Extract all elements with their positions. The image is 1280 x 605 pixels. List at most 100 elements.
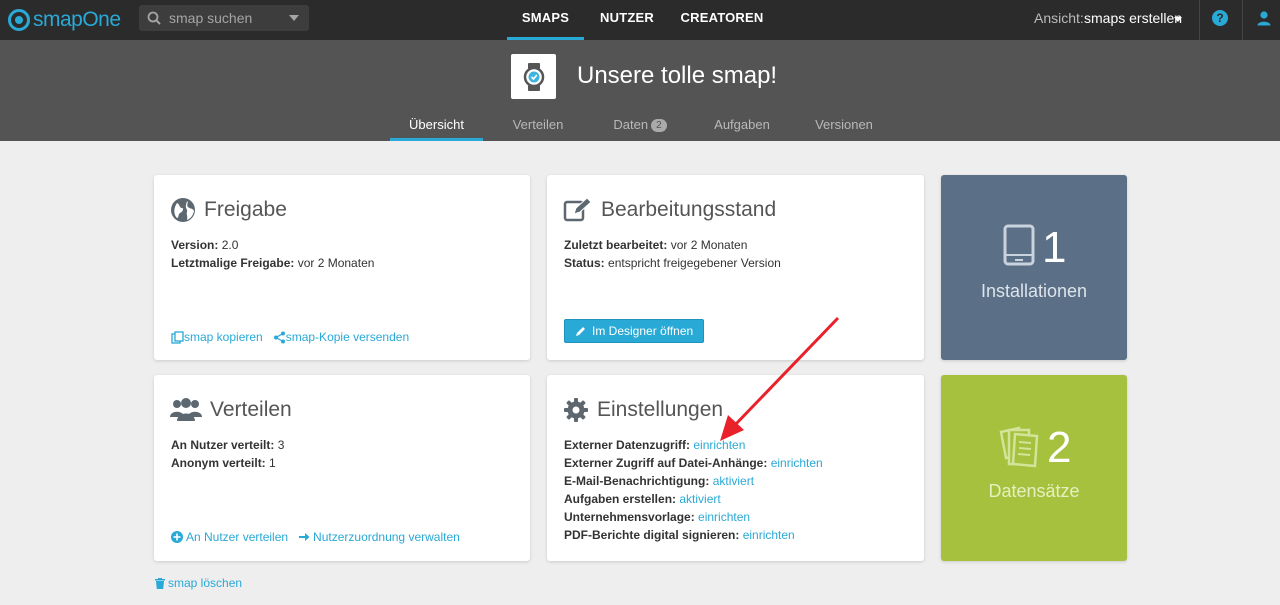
settings-row-tasks: Aufgaben erstellen: aktiviert xyxy=(564,492,721,506)
help-icon[interactable]: ? xyxy=(1212,10,1228,26)
divider xyxy=(1242,0,1243,40)
last-edited-key: Zuletzt bearbeitet: xyxy=(564,238,668,252)
smap-copy-label: smap kopieren xyxy=(184,330,263,344)
verteilen-actions: An Nutzer verteilen Nutzerzuordnung verw… xyxy=(171,530,460,544)
annotation-arrow xyxy=(720,316,840,441)
user-icon[interactable] xyxy=(1256,10,1272,26)
version-row: Version: 2.0 xyxy=(171,238,238,252)
arrow-right-icon xyxy=(299,533,310,541)
distribute-to-users-label: An Nutzer verteilen xyxy=(186,530,289,544)
plus-circle-icon xyxy=(171,531,183,543)
verteilen-card: Verteilen An Nutzer verteilt: 3 Anonym v… xyxy=(154,375,530,561)
settings-row-email: E-Mail-Benachrichtigung: aktiviert xyxy=(564,474,754,488)
datensaetze-tile[interactable]: 2 Datensätze xyxy=(941,375,1127,561)
view-selector[interactable]: smaps erstellen xyxy=(1084,10,1182,26)
settings-key: Unternehmensvorlage: xyxy=(564,510,695,524)
delete-smap-label: smap löschen xyxy=(168,576,243,590)
setup-file-attachments-link[interactable]: einrichten xyxy=(771,456,823,470)
status-value: entspricht freigegebener Version xyxy=(608,256,781,270)
users-icon xyxy=(170,398,202,421)
share-icon xyxy=(273,331,285,343)
documents-icon xyxy=(999,426,1039,468)
company-template-link[interactable]: einrichten xyxy=(698,510,750,524)
top-navbar: smapOne smap suchen SMAPS NUTZER CREATOR… xyxy=(0,0,1280,40)
search-icon xyxy=(147,11,161,25)
pdf-sign-link[interactable]: einrichten xyxy=(743,528,795,542)
settings-key: E-Mail-Benachrichtigung: xyxy=(564,474,710,488)
email-notification-link[interactable]: aktiviert xyxy=(713,474,754,488)
user-distribution-value: 3 xyxy=(277,438,285,452)
open-designer-label: Im Designer öffnen xyxy=(592,324,694,338)
smap-title: Unsere tolle smap! xyxy=(577,62,778,89)
search-placeholder: smap suchen xyxy=(169,10,253,26)
settings-key: Externer Datenzugriff: xyxy=(564,438,691,452)
tab-verteilen[interactable]: Verteilen xyxy=(503,117,573,141)
manage-user-assignment-label: Nutzerzuordnung verwalten xyxy=(313,530,460,544)
pencil-icon xyxy=(576,326,585,336)
anonymous-distribution-key: Anonym verteilt: xyxy=(171,456,266,470)
divider xyxy=(1199,0,1200,40)
anonymous-distribution-row: Anonym verteilt: 1 xyxy=(171,456,276,470)
settings-key: PDF-Berichte digital signieren: xyxy=(564,528,740,542)
installationen-tile[interactable]: 1 Installationen xyxy=(941,175,1127,360)
edit-icon xyxy=(563,197,592,222)
distribute-to-users-link[interactable]: An Nutzer verteilen xyxy=(171,530,288,544)
delete-smap-link[interactable]: smap löschen xyxy=(155,576,242,590)
nav-creatoren[interactable]: CREATOREN xyxy=(680,0,764,40)
trash-icon xyxy=(155,577,165,589)
installationen-label: Installationen xyxy=(980,281,1088,301)
globe-icon xyxy=(171,198,195,222)
tab-daten[interactable]: Daten 2 xyxy=(603,117,677,141)
create-tasks-link[interactable]: aktiviert xyxy=(679,492,720,506)
datensaetze-label: Datensätze xyxy=(988,481,1080,501)
freigabe-card: Freigabe Version: 2.0 Letztmalige Freiga… xyxy=(154,175,530,360)
smap-copy-link[interactable]: smap kopieren xyxy=(171,330,263,344)
nav-smaps[interactable]: SMAPS xyxy=(507,0,584,40)
chevron-down-icon xyxy=(289,15,299,21)
last-release-row: Letztmalige Freigabe: vor 2 Monaten xyxy=(171,256,374,270)
logo-icon xyxy=(8,9,30,31)
smapone-logo[interactable]: smapOne xyxy=(8,6,121,34)
installationen-count: 1 xyxy=(1042,223,1067,272)
settings-key: Externer Zugriff auf Datei-Anhänge: xyxy=(564,456,768,470)
smap-copy-send-link[interactable]: smap-Kopie versenden xyxy=(273,330,409,344)
version-value: 2.0 xyxy=(221,238,239,252)
settings-row-file-attachments: Externer Zugriff auf Datei-Anhänge: einr… xyxy=(564,456,823,470)
smap-header: Unsere tolle smap! Übersicht Verteilen D… xyxy=(0,40,1280,141)
daten-count-badge: 2 xyxy=(651,119,667,132)
watch-icon xyxy=(523,62,544,91)
user-distribution-row: An Nutzer verteilt: 3 xyxy=(171,438,284,452)
last-edited-value: vor 2 Monaten xyxy=(670,238,748,252)
verteilen-title-text: Verteilen xyxy=(210,398,292,421)
settings-row-template: Unternehmensvorlage: einrichten xyxy=(564,510,750,524)
status-key: Status: xyxy=(564,256,605,270)
anonymous-distribution-value: 1 xyxy=(269,456,276,470)
search-dropdown[interactable]: smap suchen xyxy=(139,5,309,31)
last-release-key: Letztmalige Freigabe: xyxy=(171,256,295,270)
open-designer-button[interactable]: Im Designer öffnen xyxy=(564,319,705,343)
gear-icon xyxy=(564,398,588,422)
manage-user-assignment-link[interactable]: Nutzerzuordnung verwalten xyxy=(298,530,460,544)
tab-aufgaben[interactable]: Aufgaben xyxy=(707,117,777,141)
last-edited-row: Zuletzt bearbeitet: vor 2 Monaten xyxy=(564,238,747,252)
settings-row-pdf-sign: PDF-Berichte digital signieren: einricht… xyxy=(564,528,795,542)
smap-app-icon xyxy=(511,54,556,99)
datensaetze-count: 2 xyxy=(1047,423,1072,472)
bearbeitungsstand-title: Bearbeitungsstand xyxy=(563,197,776,223)
freigabe-actions: smap kopieren smap-Kopie versenden xyxy=(171,330,409,344)
settings-key: Aufgaben erstellen: xyxy=(564,492,677,506)
tab-uebersicht[interactable]: Übersicht xyxy=(390,117,483,141)
nav-nutzer[interactable]: NUTZER xyxy=(595,0,659,40)
tab-daten-label: Daten xyxy=(613,117,649,132)
tablet-icon xyxy=(1003,224,1035,266)
einstellungen-title-text: Einstellungen xyxy=(597,398,724,421)
chevron-down-icon xyxy=(1174,17,1182,22)
version-key: Version: xyxy=(171,238,219,252)
verteilen-title: Verteilen xyxy=(170,397,292,423)
bearbeitungsstand-title-text: Bearbeitungsstand xyxy=(601,198,777,221)
tab-versionen[interactable]: Versionen xyxy=(808,117,880,141)
view-label: Ansicht: xyxy=(1034,10,1084,26)
last-release-value: vor 2 Monaten xyxy=(297,256,375,270)
status-row: Status: entspricht freigegebener Version xyxy=(564,256,781,270)
freigabe-title: Freigabe xyxy=(170,197,287,223)
